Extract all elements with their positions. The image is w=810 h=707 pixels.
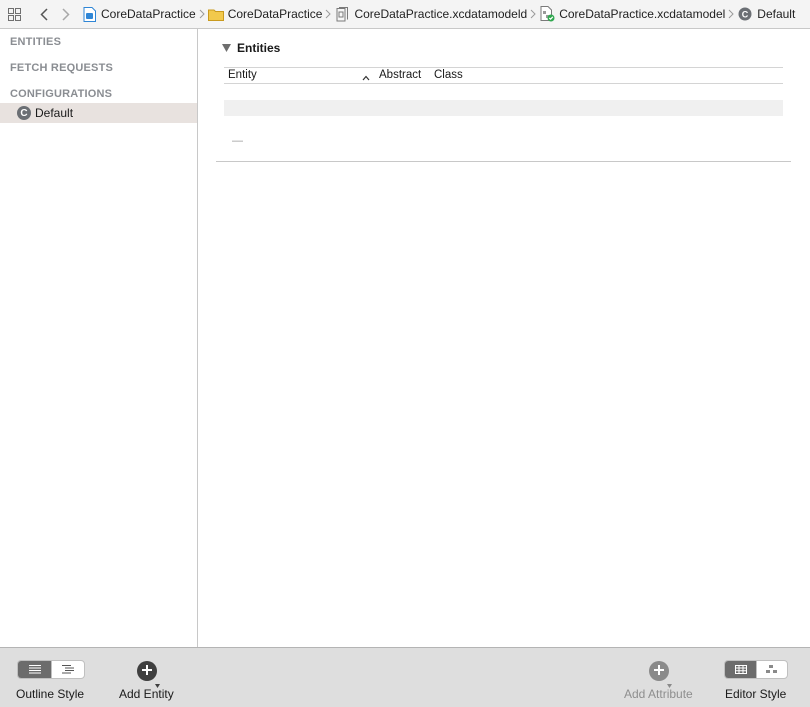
project-file-icon (81, 6, 97, 22)
bottom-toolbar: Outline Style Add Entity Add Attribute E… (0, 647, 810, 707)
column-header-abstract[interactable]: Abstract (379, 69, 421, 81)
entities-section-header[interactable]: Entities (221, 41, 280, 55)
related-items-grid-icon[interactable] (1, 0, 27, 28)
section-header-fetch-requests[interactable]: FETCH REQUESTS (10, 62, 113, 74)
remove-entity-button[interactable]: — (232, 135, 243, 147)
add-entity-button[interactable] (137, 661, 157, 681)
configuration-label: Default (35, 106, 74, 120)
outline-pane: ENTITIES FETCH REQUESTS CONFIGURATIONS C… (0, 29, 198, 647)
outline-style-hierarchy-segment[interactable] (51, 661, 84, 678)
add-attribute-button[interactable] (649, 661, 669, 681)
hierarchy-list-icon (62, 663, 74, 677)
breadcrumb-separator-icon (725, 0, 737, 28)
breadcrumb-group[interactable]: CoreDataPractice (207, 0, 323, 28)
breadcrumb-label: CoreDataPractice (227, 7, 323, 21)
section-header-configurations[interactable]: CONFIGURATIONS (10, 88, 112, 100)
breadcrumb-label: Default (757, 7, 796, 21)
configuration-row-default[interactable]: C Default (0, 103, 197, 123)
list-icon (28, 663, 41, 677)
configuration-icon: C (737, 6, 753, 22)
editor-style-graph-segment[interactable] (756, 661, 787, 678)
empty-table-row (224, 100, 783, 116)
plus-icon (653, 664, 665, 679)
breadcrumb-separator-icon (196, 0, 208, 28)
forward-chevron-icon[interactable] (55, 0, 77, 28)
jump-bar: CoreDataPractice CoreDataPractice CoreDa… (0, 0, 810, 29)
breadcrumb-label: CoreDataPractice.xcdatamodeld (354, 7, 528, 21)
configuration-badge-icon: C (17, 106, 31, 120)
entities-editor: Entities Entity Abstract Class — (199, 29, 810, 647)
breadcrumb-label: CoreDataPractice (101, 7, 196, 21)
breadcrumb-label: CoreDataPractice.xcdatamodel (559, 7, 726, 21)
column-header-entity[interactable]: Entity (228, 69, 257, 81)
outline-style-label: Outline Style (16, 687, 85, 701)
graph-icon (766, 663, 778, 677)
breadcrumb-separator-icon (527, 0, 539, 28)
outline-style-segmented-control[interactable] (17, 660, 85, 679)
editor-style-segmented-control[interactable] (724, 660, 788, 679)
breadcrumb-project[interactable]: CoreDataPractice (81, 0, 196, 28)
add-attribute-menu-caret-icon[interactable] (667, 677, 672, 688)
sort-ascending-icon (362, 71, 370, 81)
add-entity-menu-caret-icon[interactable] (155, 677, 160, 688)
section-header-entities[interactable]: ENTITIES (10, 36, 61, 48)
table-grid-icon (734, 663, 747, 677)
entities-table-header: Entity Abstract Class (224, 67, 783, 84)
svg-text:C: C (742, 10, 749, 20)
breadcrumb-data-model[interactable]: CoreDataPractice.xcdatamodel (539, 0, 725, 28)
section-divider (216, 161, 791, 162)
breadcrumb-configuration[interactable]: C Default (737, 0, 795, 28)
folder-icon (207, 6, 224, 22)
plus-icon (141, 664, 153, 679)
breadcrumb-separator-icon (322, 0, 334, 28)
outline-style-list-segment[interactable] (18, 661, 51, 678)
back-chevron-icon[interactable] (33, 0, 55, 28)
editor-style-label: Editor Style (725, 687, 787, 701)
disclosure-triangle-icon[interactable] (221, 43, 231, 53)
model-bundle-icon (334, 6, 350, 22)
add-entity-label: Add Entity (119, 687, 174, 701)
add-attribute-label: Add Attribute (624, 687, 693, 701)
section-title: Entities (237, 41, 281, 55)
data-model-file-icon (539, 6, 555, 22)
editor-style-table-segment[interactable] (725, 661, 756, 678)
breadcrumb-model-bundle[interactable]: CoreDataPractice.xcdatamodeld (334, 0, 527, 28)
column-header-class[interactable]: Class (434, 69, 463, 81)
